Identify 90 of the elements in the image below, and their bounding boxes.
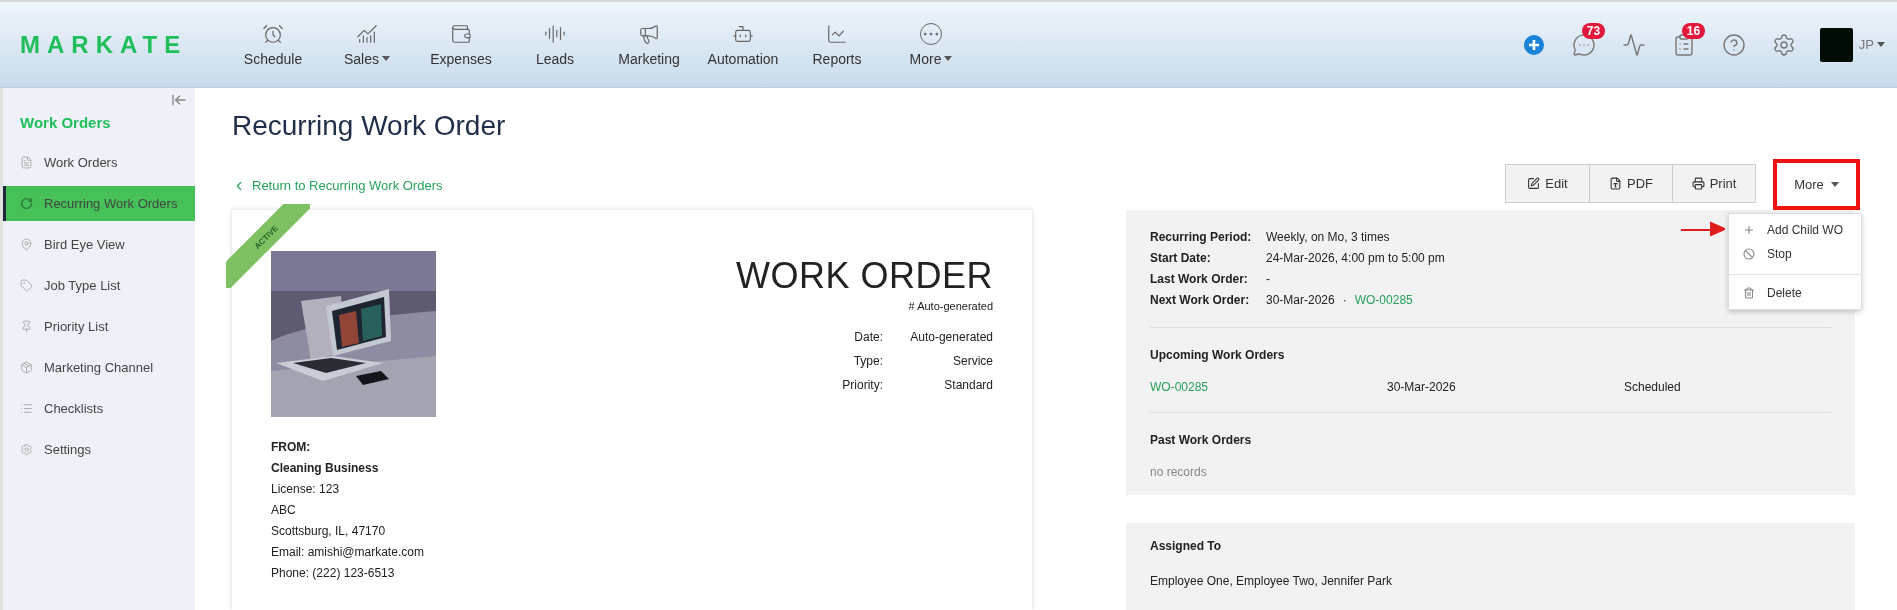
nav-item[interactable]: Automation <box>696 22 790 67</box>
avatar[interactable] <box>1819 27 1853 62</box>
field-label: Recurring Period: <box>1150 230 1253 244</box>
nav-item[interactable]: More <box>884 22 978 67</box>
sidebar-item[interactable]: Checklists <box>3 391 195 426</box>
nav-item[interactable]: Expenses <box>414 22 508 67</box>
line-chart-icon <box>826 22 848 45</box>
map-pin-icon <box>20 238 33 251</box>
wallet-icon <box>450 22 472 45</box>
sidebar-item[interactable]: Marketing Channel <box>3 350 195 385</box>
separator: · <box>1342 293 1347 307</box>
edit-icon <box>1527 177 1541 190</box>
menu-item[interactable]: Delete <box>1729 281 1861 305</box>
page-title: Recurring Work Order <box>232 110 507 143</box>
field-value: Standard <box>944 378 993 392</box>
document-number: # Auto-generated <box>908 300 993 312</box>
caret-icon <box>382 56 390 61</box>
user-menu[interactable]: JP <box>1858 37 1885 52</box>
address-line: License: 123 <box>271 481 341 498</box>
rising-chart-icon <box>356 22 378 45</box>
back-link[interactable]: Return to Recurring Work Orders <box>232 178 443 193</box>
caret-icon <box>1877 42 1885 47</box>
address-line: Email: amishi@markate.com <box>271 544 425 561</box>
cube-icon <box>20 361 33 374</box>
settings-icon <box>1771 32 1796 57</box>
tasks-button[interactable]: 16 <box>1661 21 1706 68</box>
count-badge: 16 <box>1681 22 1706 39</box>
sidebar-item[interactable]: Job Type List <box>3 268 195 303</box>
nav-item[interactable]: Schedule <box>226 22 320 67</box>
address-line: Scottsburg, IL, 47170 <box>271 523 387 540</box>
address-line: Phone: (222) 123-6513 <box>271 565 396 582</box>
assignee-list: Employee One, Employee Two, Jennifer Park <box>1150 571 1831 592</box>
section-heading: Assigned To <box>1150 539 1223 553</box>
pushpin-icon <box>20 320 33 333</box>
logo: MARKATE <box>20 30 189 59</box>
field-label: Type: <box>853 354 883 368</box>
add-icon <box>1523 34 1544 55</box>
collapse-icon[interactable] <box>171 92 187 108</box>
megaphone-icon <box>638 22 660 45</box>
sidebar-item[interactable]: Work Orders <box>3 145 195 180</box>
from-heading: FROM: <box>271 439 312 456</box>
field-value: Service <box>953 354 993 368</box>
field-value: - <box>1266 272 1270 286</box>
pdf-file-icon <box>1609 177 1622 190</box>
sidebar-item[interactable]: Recurring Work Orders <box>3 186 195 221</box>
caret-icon <box>1830 182 1839 187</box>
refresh-icon <box>20 197 33 210</box>
field-value: 24-Mar-2026, 4:00 pm to 5:00 pm <box>1266 251 1445 265</box>
nav-item[interactable]: Leads <box>508 22 602 67</box>
document-title: WORK ORDER <box>736 255 993 297</box>
list-icon <box>20 402 33 415</box>
sidebar-item[interactable]: Settings <box>3 432 195 467</box>
field-value: Auto-generated <box>910 330 993 344</box>
tag-icon <box>20 279 33 292</box>
menu-item[interactable]: Stop <box>1729 242 1861 266</box>
trash-icon <box>1743 287 1755 299</box>
date-text: 30-Mar-2026 <box>1387 380 1457 394</box>
address-line: ABC <box>271 502 297 519</box>
nav-item[interactable]: Sales <box>320 22 414 67</box>
menu-item[interactable]: Add Child WO <box>1729 218 1861 242</box>
field-label: Date: <box>854 330 883 344</box>
alarm-clock-icon <box>262 22 284 45</box>
caret-icon <box>944 56 953 61</box>
count-badge: 73 <box>1581 22 1606 39</box>
printer-icon <box>1691 177 1705 190</box>
field-label: Start Date: <box>1150 251 1212 265</box>
nav-item[interactable]: Reports <box>790 22 884 67</box>
company-name: Cleaning Business <box>271 460 380 477</box>
pointer-arrow <box>1681 221 1725 237</box>
document-icon <box>20 156 33 169</box>
field-label: Next Work Order: <box>1150 293 1251 307</box>
nav-item[interactable]: Marketing <box>602 22 696 67</box>
pulse-icon <box>1621 32 1646 57</box>
sidebar-item[interactable]: Priority List <box>3 309 195 344</box>
sidebar-item[interactable]: Bird Eye View <box>3 227 195 262</box>
ban-icon <box>1743 248 1755 260</box>
empty-message: no records <box>1150 465 1208 479</box>
sidebar-heading: Work Orders <box>19 113 112 133</box>
status-text: Scheduled <box>1624 380 1682 394</box>
field-value: Weekly, on Mo, 3 times <box>1266 230 1390 244</box>
gear-icon <box>20 443 33 456</box>
chat-button[interactable]: 73 <box>1561 21 1606 68</box>
more-button[interactable]: More <box>1773 159 1860 210</box>
help-icon <box>1721 32 1746 57</box>
section-heading: Upcoming Work Orders <box>1150 348 1286 362</box>
field-label: Last Work Order: <box>1150 272 1249 286</box>
section-heading: Past Work Orders <box>1150 433 1253 447</box>
plus-icon <box>1743 224 1755 236</box>
field-value: 30-Mar-2026 <box>1266 293 1335 307</box>
field-label: Priority: <box>842 378 883 392</box>
